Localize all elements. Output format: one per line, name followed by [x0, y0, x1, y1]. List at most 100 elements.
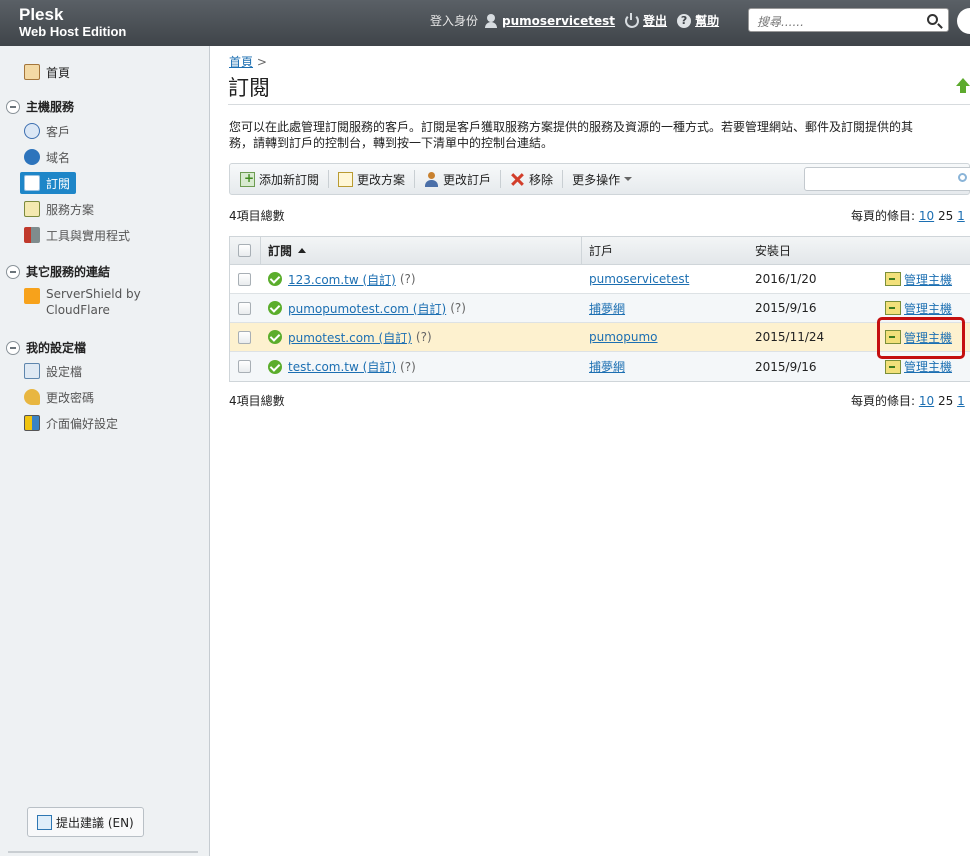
manage-host-action[interactable]: 管理主機 — [885, 265, 952, 293]
info-link[interactable]: (?) — [450, 301, 466, 315]
add-subscription-button[interactable]: 添加新訂閱 — [240, 170, 330, 188]
sidebar-item-home[interactable]: 首頁 — [24, 61, 70, 83]
col-header-label: 訂戶 — [589, 244, 614, 258]
subscription-link[interactable]: pumopumotest.com (自訂) — [288, 300, 446, 317]
search-icon[interactable] — [958, 173, 967, 182]
row-checkbox[interactable] — [238, 330, 251, 344]
collapse-icon[interactable] — [6, 99, 20, 114]
subscription-link[interactable]: pumotest.com (自訂) — [288, 329, 412, 346]
sidebar-item-subscriptions[interactable]: 訂閱 — [20, 172, 77, 194]
subscriber-link[interactable]: pumopumo — [589, 330, 658, 344]
global-search-input[interactable]: 搜尋...... — [748, 8, 949, 32]
info-link[interactable]: (?) — [416, 330, 432, 344]
page-description: 您可以在此處管理訂閱服務的客戶。訂閱是客戶獲取服務方案提供的服務及資源的一種方式… — [229, 119, 970, 151]
servershield-line1: ServerShield by — [46, 287, 141, 301]
help-link[interactable]: 幫助 — [695, 12, 719, 29]
sidebar-item-interface-preferences[interactable]: 介面偏好設定 — [24, 412, 118, 434]
table-row: test.com.tw (自訂) (?) 捕夢網 2015/9/16 管理主機 — [230, 352, 970, 381]
collapse-icon[interactable] — [6, 264, 20, 279]
subscription-icon — [24, 175, 40, 191]
subscriber-link[interactable]: pumoservicetest — [589, 272, 689, 286]
subscriber-link[interactable]: 捕夢網 — [589, 358, 625, 375]
search-icon[interactable] — [927, 14, 938, 25]
row-checkbox[interactable] — [238, 272, 251, 286]
sidebar-item-label: 客戶 — [46, 124, 71, 139]
per-page-10[interactable]: 10 — [919, 394, 934, 408]
manage-host-link[interactable]: 管理主機 — [904, 300, 952, 317]
info-link[interactable]: (?) — [400, 360, 416, 374]
per-page-10[interactable]: 10 — [919, 209, 934, 223]
per-page-label: 每頁的條目: — [851, 394, 916, 408]
subscription-link[interactable]: test.com.tw (自訂) — [288, 358, 396, 375]
sidebar-group-profile[interactable]: 我的設定檔 — [6, 339, 86, 356]
sidebar-item-servershield[interactable]: ServerShield by CloudFlare — [24, 286, 141, 320]
table-row: 123.com.tw (自訂) (?) pumoservicetest 2016… — [230, 265, 970, 294]
sidebar-item-label: ServerShield by CloudFlare — [46, 286, 141, 318]
change-plan-label: 更改方案 — [357, 172, 406, 187]
username-link[interactable]: pumoservicetest — [502, 14, 615, 28]
manage-host-link[interactable]: 管理主機 — [904, 271, 952, 288]
feedback-button[interactable]: 提出建議 (EN) — [27, 807, 144, 837]
feedback-label: 提出建議 (EN) — [56, 815, 134, 830]
brand-logo[interactable]: Plesk Web Host Edition — [19, 6, 126, 40]
table-header: 訂閱 訂戶 安裝日 — [230, 237, 970, 265]
select-all-checkbox[interactable] — [238, 244, 251, 257]
brand-name: Plesk — [19, 5, 64, 24]
control-panel-icon — [885, 301, 901, 315]
collapse-icon[interactable] — [6, 340, 20, 355]
col-header-setup-date[interactable]: 安裝日 — [755, 237, 791, 264]
row-checkbox[interactable] — [238, 360, 251, 373]
sidebar-group-label: 其它服務的連結 — [26, 265, 111, 279]
breadcrumb-home-link[interactable]: 首頁 — [229, 55, 253, 69]
sidebar-item-tools[interactable]: 工具與實用程式 — [24, 224, 130, 246]
info-link[interactable]: (?) — [400, 272, 416, 286]
help-icon[interactable]: ? — [677, 13, 692, 28]
change-plan-button[interactable]: 更改方案 — [338, 170, 416, 188]
per-page-selector-bottom: 每頁的條目: 10 25 1 — [851, 392, 965, 409]
table-row: pumopumotest.com (自訂) (?) 捕夢網 2015/9/16 … — [230, 294, 970, 323]
subscriber-link[interactable]: 捕夢網 — [589, 300, 625, 317]
col-header-subscription[interactable]: 訂閱 — [268, 237, 307, 264]
sidebar-item-label: 訂閱 — [46, 176, 71, 191]
sidebar-item-service-plans[interactable]: 服務方案 — [24, 198, 94, 220]
setup-date: 2015/9/16 — [755, 359, 817, 374]
per-page-selector: 每頁的條目: 10 25 1 — [851, 207, 965, 224]
subscriptions-table: 訂閱 訂戶 安裝日 123.com.tw (自訂) (?) pumoservic… — [229, 236, 970, 382]
sidebar-item-domains[interactable]: 域名 — [24, 146, 70, 168]
sidebar-item-label: 更改密碼 — [46, 390, 95, 405]
sidebar-item-customers[interactable]: 客戶 — [24, 120, 70, 142]
change-subscriber-label: 更改訂戶 — [443, 172, 492, 187]
col-header-subscriber[interactable]: 訂戶 — [589, 237, 613, 264]
per-page-100[interactable]: 1 — [957, 209, 965, 223]
tools-icon — [24, 227, 40, 243]
subscription-link[interactable]: 123.com.tw (自訂) — [288, 271, 396, 288]
sidebar-group-label: 主機服務 — [26, 100, 75, 114]
cloudflare-icon — [24, 288, 40, 304]
column-divider — [260, 237, 261, 264]
status-ok-icon — [268, 272, 282, 286]
sidebar-item-change-password[interactable]: 更改密碼 — [24, 386, 94, 408]
customer-icon — [24, 123, 40, 139]
sidebar-group-hosting[interactable]: 主機服務 — [6, 98, 74, 115]
logout-icon[interactable] — [625, 12, 640, 28]
setup-date: 2016/1/20 — [755, 272, 817, 286]
sidebar-item-profile[interactable]: 設定檔 — [24, 360, 82, 382]
col-header-label: 訂閱 — [268, 244, 293, 258]
row-checkbox[interactable] — [238, 301, 251, 315]
per-page-25[interactable]: 25 — [938, 394, 953, 408]
feedback-icon — [37, 814, 52, 830]
sidebar-item-label: 介面偏好設定 — [46, 416, 119, 431]
up-level-icon[interactable] — [956, 78, 970, 94]
sidebar-group-label: 我的設定檔 — [26, 341, 87, 355]
title-divider — [228, 104, 970, 105]
per-page-25[interactable]: 25 — [938, 209, 953, 223]
sidebar-group-links[interactable]: 其它服務的連結 — [6, 263, 110, 280]
manage-host-link[interactable]: 管理主機 — [904, 358, 952, 375]
logout-link[interactable]: 登出 — [643, 12, 667, 29]
more-actions-dropdown[interactable]: 更多操作 — [572, 171, 633, 188]
list-search-input[interactable] — [804, 167, 970, 191]
per-page-100[interactable]: 1 — [957, 394, 965, 408]
remove-button[interactable]: 移除 — [510, 170, 564, 188]
change-subscriber-button[interactable]: 更改訂戶 — [424, 170, 502, 188]
control-panel-icon — [885, 359, 901, 374]
